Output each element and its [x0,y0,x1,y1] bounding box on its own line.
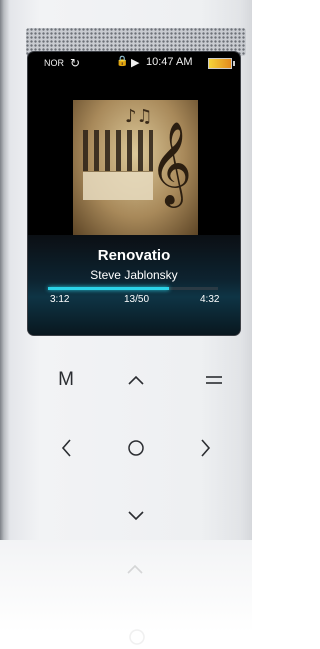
reflected-circle-icon [128,628,146,649]
up-button[interactable] [122,366,150,394]
display-screen: NOR ↻ 🔒 ▶ 10:47 AM ♪♫ 𝄞 Renovatio Steve … [28,52,240,335]
circle-icon [128,440,144,456]
select-button[interactable] [122,434,150,462]
list-button[interactable] [200,366,228,394]
repeat-icon: ↻ [70,56,81,70]
track-counter: 13/50 [124,294,150,305]
list-icon [206,376,222,384]
track-title: Renovatio [97,247,171,264]
left-button[interactable] [52,434,80,462]
piano-keys-image [83,130,153,200]
media-player-device: NOR ↻ 🔒 ▶ 10:47 AM ♪♫ 𝄞 Renovatio Steve … [0,0,252,540]
right-button[interactable] [192,434,220,462]
reflected-chevron-up-icon [126,562,144,580]
track-artist: Steve Jablonsky [90,268,178,282]
elapsed-time: 3:12 [50,294,70,305]
progress-fill [48,287,169,290]
treble-clef-image: 𝄞 [149,120,192,204]
total-time: 4:32 [200,294,220,305]
now-playing-panel: Renovatio Steve Jablonsky 3:12 13/50 4:3… [28,235,240,335]
play-mode-label: NOR [44,58,64,68]
chevron-down-icon [128,511,144,521]
down-button[interactable] [122,502,150,530]
device-reflection [0,540,252,649]
status-bar: NOR ↻ 🔒 ▶ 10:47 AM [28,52,240,74]
chevron-up-icon [128,375,144,385]
progress-bar[interactable] [48,287,218,290]
chevron-right-icon [201,439,211,457]
menu-button-label: M [58,369,74,390]
play-icon: ▶ [131,57,140,69]
chevron-left-icon [61,439,71,457]
album-art: ♪♫ 𝄞 [73,100,198,235]
battery-icon [208,58,235,69]
lock-icon: 🔒 [116,56,129,67]
clock-time: 10:47 AM [146,56,193,68]
menu-button[interactable]: M [52,366,80,394]
